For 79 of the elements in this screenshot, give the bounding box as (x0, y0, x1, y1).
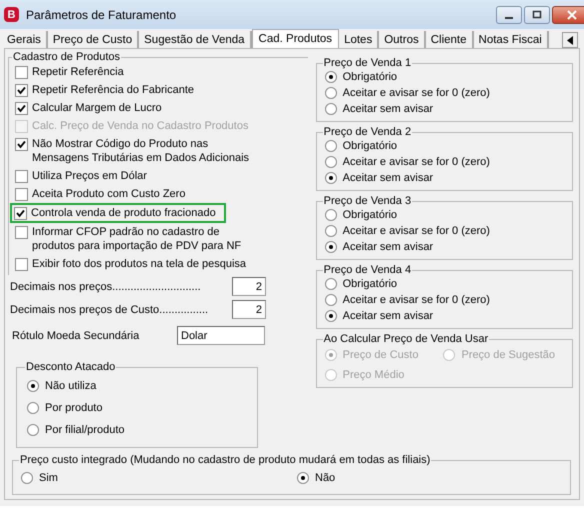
checkbox-option[interactable]: Repetir Referência do Fabricante (12, 81, 196, 99)
radio-button[interactable] (324, 241, 337, 253)
radio-option[interactable]: Aceitar e avisar se for 0 (zero) (322, 85, 492, 101)
radio-option[interactable]: Não utiliza (25, 375, 98, 397)
radio-button[interactable] (27, 402, 39, 414)
app-logo-icon: B (4, 7, 19, 22)
radio-option[interactable]: Sim (19, 470, 60, 486)
radio-button[interactable] (324, 156, 337, 168)
checkbox-option[interactable]: Aceita Produto com Custo Zero (12, 185, 186, 203)
checkbox[interactable] (15, 226, 28, 239)
radio-button[interactable] (324, 209, 337, 221)
group-title: Preço de Venda 3 (322, 195, 412, 207)
scroll-left-button[interactable] (562, 32, 578, 48)
radio-option[interactable]: Aceitar e avisar se for 0 (zero) (322, 223, 492, 239)
radio-option[interactable]: Obrigatório (322, 69, 400, 85)
checkbox-option[interactable]: Repetir Referência (12, 63, 125, 81)
radio-button[interactable] (27, 380, 39, 392)
checkbox-option[interactable]: Calcular Margem de Lucro (12, 99, 163, 117)
checkbox-option[interactable]: Controla venda de produto fracionado (10, 203, 226, 223)
input-field[interactable]: 2 (232, 300, 266, 319)
close-icon (567, 10, 577, 20)
field-label: Rótulo Moeda Secundária (12, 330, 140, 342)
radio-option[interactable]: Obrigatório (322, 207, 400, 223)
maximize-button[interactable] (524, 6, 550, 24)
field-label: Decimais nos preços de Custo................ (10, 304, 210, 316)
minimize-icon (505, 16, 513, 18)
checkbox[interactable] (15, 102, 28, 115)
checkbox[interactable] (15, 188, 28, 201)
radio-option[interactable]: Obrigatório (322, 138, 400, 154)
radio-button[interactable] (324, 172, 337, 184)
radio-option[interactable]: Aceitar sem avisar (322, 308, 436, 324)
checkbox-option[interactable]: Não Mostrar Código do Produto nas Mensagens Tributárias em Dados Adicionais (12, 135, 258, 167)
radio-button[interactable] (21, 472, 33, 484)
radio-button[interactable] (324, 278, 337, 290)
radio-button[interactable] (324, 310, 337, 322)
radio-button[interactable] (324, 103, 337, 115)
radio-button[interactable] (324, 225, 337, 237)
checkbox[interactable] (15, 138, 28, 151)
maximize-icon (532, 10, 542, 20)
radio-button[interactable] (297, 472, 309, 484)
group-title: Preço de Venda 4 (322, 264, 412, 276)
checkbox-option[interactable]: Utiliza Preços em Dólar (12, 167, 148, 185)
radio-option[interactable]: Aceitar e avisar se for 0 (zero) (322, 292, 492, 308)
checkbox-option[interactable]: Exibir foto dos produtos na tela de pesquisa (12, 255, 248, 273)
checkmark-icon (16, 209, 25, 218)
input-field[interactable]: 2 (232, 277, 266, 296)
window-title: Parâmetros de Faturamento (26, 8, 176, 22)
minimize-button[interactable] (496, 6, 522, 24)
radio-option[interactable]: Aceitar sem avisar (322, 101, 436, 117)
checkbox[interactable] (15, 66, 28, 79)
radio-option[interactable]: Obrigatório (322, 276, 400, 292)
radio-option[interactable]: Não (295, 470, 338, 486)
checkbox[interactable] (14, 207, 27, 220)
tab[interactable]: Cad. Produtos (252, 29, 340, 48)
group-title: Cadastro de Produtos (12, 51, 122, 63)
radio-option[interactable]: Aceitar sem avisar (322, 170, 436, 186)
group-title: Desconto Atacado (25, 361, 116, 373)
group-title: Preço de Venda 2 (322, 126, 412, 138)
radio-option[interactable]: Por filial/produto (25, 419, 126, 441)
checkmark-icon (17, 140, 26, 149)
radio-button[interactable] (324, 140, 337, 152)
radio-option[interactable]: Aceitar e avisar se for 0 (zero) (322, 154, 492, 170)
checkbox-option[interactable]: Informar CFOP padrão no cadastro de produtos para importação de PDV para NF (12, 223, 258, 255)
group-title: Preço de Venda 1 (322, 57, 412, 69)
group-title: Preço custo integrado (Mudando no cadastro de produto mudará em todas as filiais) (19, 454, 432, 466)
group-title: Ao Calcular Preço de Venda Usar (322, 333, 490, 345)
radio-option[interactable]: Por produto (25, 397, 104, 419)
radio-button[interactable] (324, 294, 337, 306)
radio-button[interactable] (27, 424, 39, 436)
input-field[interactable]: Dolar (177, 326, 265, 345)
field-label: Decimais nos preços............................. (10, 280, 202, 292)
radio-button[interactable] (324, 71, 337, 83)
checkbox[interactable] (15, 84, 28, 97)
checkbox[interactable] (15, 170, 28, 183)
checkbox[interactable] (15, 258, 28, 271)
radio-option[interactable]: Aceitar sem avisar (322, 239, 436, 255)
scroll-left-icon (567, 36, 573, 44)
radio-button[interactable] (324, 87, 337, 99)
close-button[interactable] (552, 6, 584, 24)
